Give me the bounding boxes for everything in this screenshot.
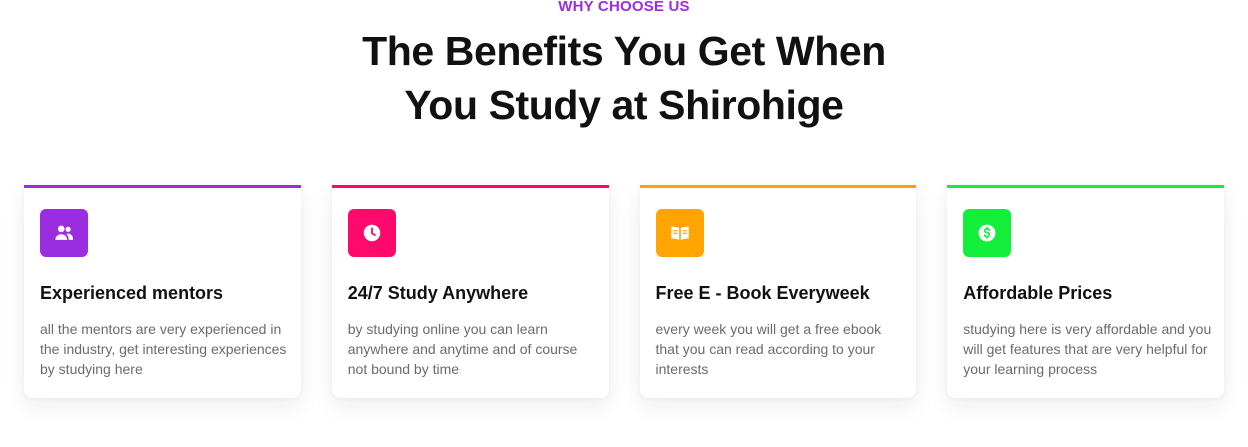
benefit-card-free-ebook: Free E - Book Everyweek every week you w… [639,185,917,398]
card-title: Affordable Prices [963,283,1113,303]
icon-badge [40,209,88,257]
card-description: by studying online you can learn anywher… [347,321,578,377]
benefit-card-affordable: Affordable Prices studying here is very … [947,185,1224,398]
book-icon [670,226,689,240]
benefits-section: WHY CHOOSE US The Benefits You Get When … [0,0,1248,447]
benefit-card-study-anywhere: 24/7 Study Anywhere by studying online y… [331,185,609,398]
benefit-card-mentors: Experienced mentors all the mentors are … [24,185,301,398]
users-icon [55,225,73,240]
clock-icon [363,224,380,242]
icon-badge [655,209,704,257]
dollar-icon [978,224,996,242]
benefit-cards: Experienced mentors all the mentors are … [24,185,1224,398]
card-title: Experienced mentors [40,283,224,303]
section-headline: The Benefits You Get When You Study at S… [0,24,1248,132]
headline-line-1: The Benefits You Get When [362,28,886,74]
card-description: all the mentors are very experienced in … [40,321,287,377]
icon-badge [347,209,396,257]
headline-line-2: You Study at Shirohige [404,82,844,128]
icon-badge [963,209,1012,257]
card-description: studying here is very affordable and you… [963,321,1212,377]
card-title: 24/7 Study Anywhere [347,283,529,303]
section-eyebrow: WHY CHOOSE US [558,0,690,15]
card-description: every week you will get a free ebook tha… [655,321,882,377]
card-title: Free E - Book Everyweek [655,283,870,303]
